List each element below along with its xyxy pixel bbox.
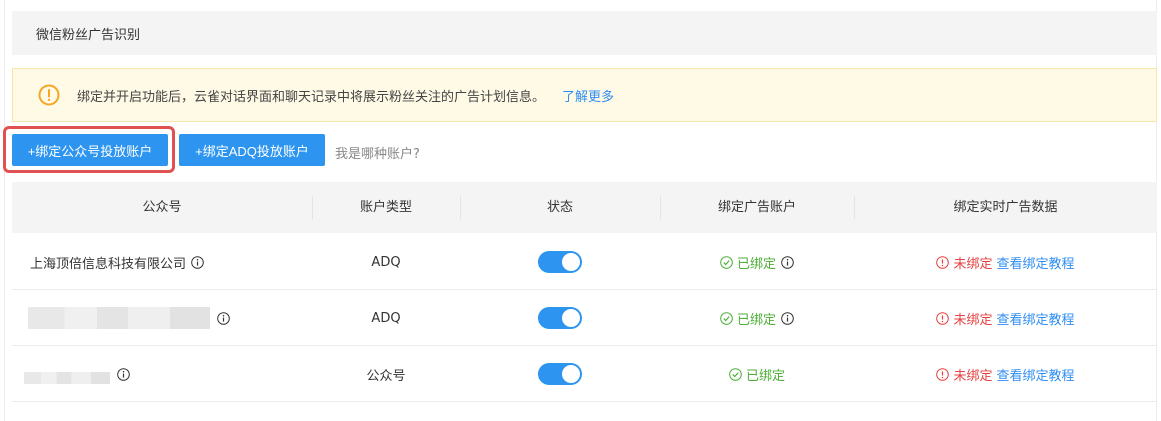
which-account-link[interactable]: 我是哪种账户? — [335, 143, 420, 162]
unbound-status-label: 未绑定 — [953, 312, 993, 328]
column-header-account-type: 账户类型 — [359, 200, 412, 215]
realtime-status-cell: 未绑定 查看绑定教程 — [854, 346, 1157, 402]
info-icon[interactable] — [781, 255, 794, 269]
realtime-status-cell: 未绑定 查看绑定教程 — [854, 234, 1157, 290]
toggle-knob — [562, 253, 580, 271]
toggle-knob — [562, 309, 580, 327]
bind-gzh-account-button[interactable]: +绑定公众号投放账户 — [12, 134, 168, 166]
unbound-status: 未绑定 — [936, 365, 993, 384]
account-type: 公众号 — [366, 368, 406, 384]
redacted-account-name — [24, 372, 110, 384]
status-cell — [460, 234, 660, 290]
info-icon[interactable] — [217, 311, 230, 325]
column-header-realtime-data: 绑定实时广告数据 — [953, 200, 1058, 215]
table-row: 公众号 已绑定 未绑定 查看绑定教程 — [12, 346, 1157, 402]
account-type: ADQ — [371, 254, 401, 270]
unbound-status-label: 未绑定 — [953, 368, 993, 384]
bind-adq-account-button[interactable]: +绑定ADQ投放账户 — [179, 134, 325, 166]
bound-status: 已绑定 — [729, 365, 785, 384]
account-name-cell — [24, 346, 130, 402]
check-circle-icon — [729, 367, 742, 381]
status-cell — [460, 290, 660, 346]
alert-circle-icon — [936, 311, 950, 325]
check-circle-icon — [720, 255, 733, 269]
toggle-knob — [562, 365, 580, 383]
table-row: ADQ 已绑定 未绑定 查看绑定教程 — [12, 290, 1157, 346]
learn-more-link[interactable]: 了解更多 — [562, 86, 614, 105]
status-toggle[interactable] — [538, 251, 582, 273]
notice-banner: 绑定并开启功能后，云雀对话界面和聊天记录中将展示粉丝关注的广告计划信息。 了解更… — [12, 68, 1157, 122]
bind-status-cell: 已绑定 — [660, 234, 854, 290]
redacted-account-name — [28, 307, 210, 329]
warning-circle-icon — [38, 84, 60, 106]
page-title: 微信粉丝广告识别 — [36, 28, 141, 43]
account-type: ADQ — [371, 310, 401, 326]
view-tutorial-link[interactable]: 查看绑定教程 — [997, 253, 1075, 272]
status-cell — [460, 346, 660, 402]
realtime-status-cell: 未绑定 查看绑定教程 — [854, 290, 1157, 346]
account-name-cell: 上海顶倍信息科技有限公司 — [30, 234, 204, 290]
alert-circle-icon — [936, 367, 950, 381]
view-tutorial-link[interactable]: 查看绑定教程 — [997, 365, 1075, 384]
column-header-bind-ad-account: 绑定广告账户 — [717, 200, 796, 215]
info-icon[interactable] — [117, 367, 130, 381]
bound-status-label: 已绑定 — [736, 256, 776, 272]
column-header-gzh: 公众号 — [142, 200, 182, 215]
info-icon[interactable] — [781, 311, 794, 325]
info-icon[interactable] — [191, 255, 204, 269]
unbound-status: 未绑定 — [936, 309, 993, 328]
status-toggle[interactable] — [538, 307, 582, 329]
bound-status: 已绑定 — [720, 309, 776, 328]
bound-status-label: 已绑定 — [745, 368, 785, 384]
alert-circle-icon — [936, 255, 950, 269]
bind-status-cell: 已绑定 — [660, 290, 854, 346]
account-name: 上海顶倍信息科技有限公司 — [30, 256, 187, 272]
page-header: 微信粉丝广告识别 — [12, 11, 1157, 55]
view-tutorial-link[interactable]: 查看绑定教程 — [997, 309, 1075, 328]
check-circle-icon — [720, 311, 733, 325]
unbound-status: 未绑定 — [936, 253, 993, 272]
table-header: 公众号 账户类型 状态 绑定广告账户 绑定实时广告数据 — [12, 182, 1157, 233]
account-name-cell — [28, 290, 230, 346]
bound-status: 已绑定 — [720, 253, 776, 272]
table-row: 上海顶倍信息科技有限公司 ADQ 已绑定 未绑定 查看绑定教程 — [12, 234, 1157, 290]
column-header-status: 状态 — [546, 200, 573, 215]
bound-status-label: 已绑定 — [736, 312, 776, 328]
status-toggle[interactable] — [538, 363, 582, 385]
notice-text: 绑定并开启功能后，云雀对话界面和聊天记录中将展示粉丝关注的广告计划信息。 — [77, 90, 546, 105]
bind-status-cell: 已绑定 — [660, 346, 854, 402]
unbound-status-label: 未绑定 — [953, 256, 993, 272]
